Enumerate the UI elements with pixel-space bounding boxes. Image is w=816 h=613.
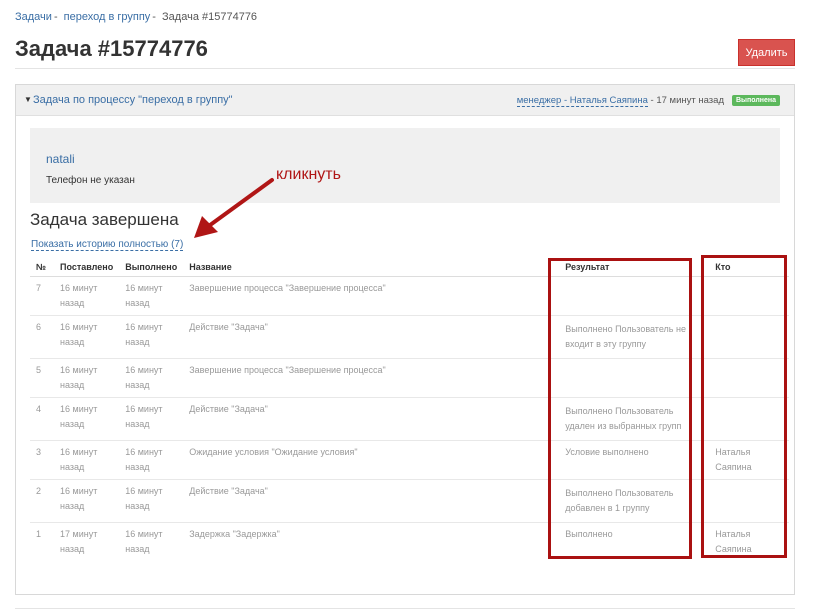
row-done-time: 16 минут назад (119, 276, 184, 316)
user-card: natali Телефон не указан (30, 128, 780, 203)
col-done: Выполнено (119, 257, 184, 277)
row-name: Действие "Задача" (183, 479, 560, 523)
row-done-time: 16 минут назад (119, 479, 184, 523)
row-number: 5 (30, 358, 54, 398)
row-done-time: 16 минут назад (119, 358, 184, 398)
col-number: № (30, 257, 54, 277)
delete-button[interactable]: Удалить (738, 39, 795, 66)
divider (15, 68, 795, 69)
row-number: 3 (30, 440, 54, 480)
row-set-time: 16 минут назад (54, 358, 120, 398)
row-set-time: 17 минут назад (60, 529, 98, 554)
section-title: Задача завершена (30, 210, 179, 229)
row-number: 4 (30, 397, 54, 441)
col-set: Поставлено (54, 257, 120, 277)
result-column-highlight (548, 258, 692, 559)
row-done-time: 16 минут назад (119, 397, 184, 441)
row-done-time: 16 минут назад (119, 440, 184, 480)
row-set-time: 16 минут назад (54, 479, 120, 523)
breadcrumb-process-link[interactable]: переход в группу (64, 11, 151, 23)
caret-down-icon[interactable]: ▼ (24, 95, 32, 104)
row-name: Завершение процесса "Завершение процесса… (183, 276, 560, 316)
task-time: - 17 минут назад (650, 95, 724, 106)
row-name: Задержка "Задержка" (189, 529, 280, 539)
annotation-arrow-icon (194, 178, 274, 238)
row-number: 2 (30, 479, 54, 523)
breadcrumb-current: Задача #15774776 (162, 11, 258, 23)
annotation-text: кликнуть (276, 166, 341, 183)
row-number: 6 (30, 315, 54, 359)
breadcrumb: Задачи - переход в группу - Задача #157747… (15, 11, 257, 23)
panel-header: ▼ Задача по процессу "переход в группу" … (16, 85, 794, 116)
breadcrumb-tasks-link[interactable]: Задачи (15, 11, 52, 23)
show-history-link[interactable]: Показать историю полностью (7) (31, 239, 184, 251)
breadcrumb-separator: - (53, 11, 58, 23)
row-done-time: 16 минут назад (125, 529, 163, 554)
col-name: Название (183, 257, 560, 277)
row-set-time: 16 минут назад (54, 440, 120, 480)
row-name: Завершение процесса "Завершение процесса… (183, 358, 560, 398)
task-meta: менеджер - Наталья Саяпина - 17 минут на… (516, 95, 724, 107)
page-title: Задача #15774776 (15, 36, 208, 61)
row-name: Ожидание условия "Ожидание условия" (183, 440, 560, 480)
process-title-link[interactable]: Задача по процессу "переход в группу" (33, 94, 233, 106)
breadcrumb-separator: - (152, 11, 156, 23)
status-badge: Выполнена (732, 95, 781, 106)
who-column-highlight (701, 255, 787, 558)
row-number: 1 (36, 529, 42, 539)
row-set-time: 16 минут назад (54, 315, 120, 359)
row-done-time: 16 минут назад (119, 315, 184, 359)
divider (15, 608, 795, 609)
row-name: Действие "Задача" (183, 397, 560, 441)
user-name-link[interactable]: natali (46, 152, 75, 166)
row-name: Действие "Задача" (183, 315, 560, 359)
user-phone: Телефон не указан (46, 175, 135, 186)
manager-link[interactable]: менеджер - Наталья Саяпина (516, 95, 648, 107)
row-set-time: 16 минут назад (54, 397, 120, 441)
row-set-time: 16 минут назад (54, 276, 120, 316)
row-number: 7 (30, 276, 54, 316)
